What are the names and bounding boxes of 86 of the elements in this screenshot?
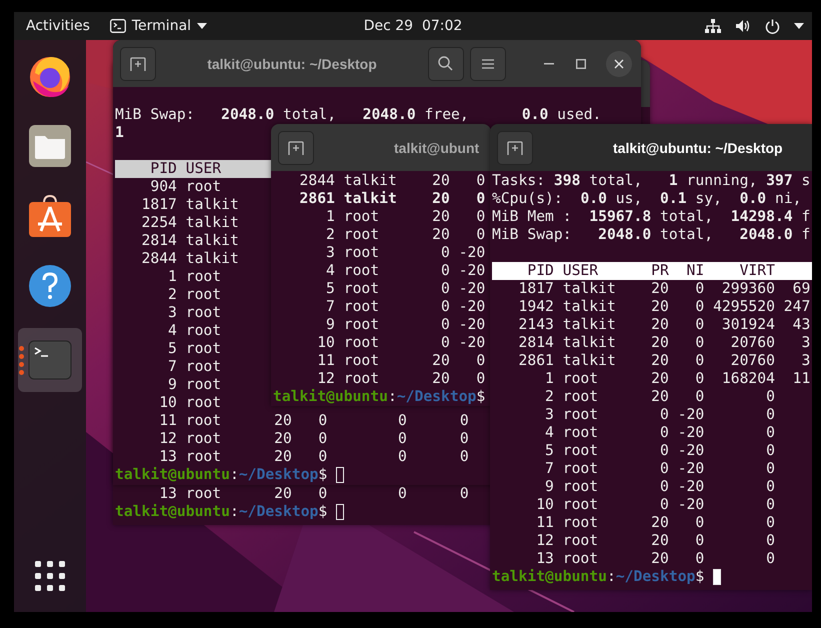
terminal-line: 2861 talkit 20 0 20760 3 [518, 352, 810, 370]
terminal-line: 2814 talkit [140, 232, 239, 250]
shell-prompt: talkit@ubuntu:~/Desktop$ [492, 568, 704, 586]
terminal-line: 11 root 20 0 0 0 [158, 412, 469, 430]
terminal-line: 2143 talkit 20 0 301924 43 [518, 316, 810, 334]
terminal-line: 9 root 0 -20 [325, 316, 486, 334]
terminal-line: 9 root [167, 376, 222, 394]
terminal-line: 13 root 20 0 0 0 [158, 485, 469, 503]
terminal-line: 1942 talkit 20 0 4295520 247 [518, 298, 810, 316]
terminal-line: 3 root 0 -20 0 [544, 406, 775, 424]
terminal-line: 13 root 20 0 0 [535, 550, 775, 568]
terminal-line: 12 root 20 0 [316, 370, 486, 388]
close-button[interactable] [606, 50, 632, 76]
terminal-line: 1 root 20 0 168204 11 [544, 370, 810, 388]
close-icon [614, 58, 624, 68]
terminal-line: 2861 talkit 20 0 [298, 190, 486, 208]
new-tab-icon [130, 56, 146, 70]
terminal-line: 7 root 0 -20 0 [544, 460, 775, 478]
window-title: talkit@ubuntu: ~/Desktop [613, 140, 783, 156]
new-tab-icon [288, 140, 304, 154]
terminal-line: 2814 talkit 20 0 20760 3 [518, 334, 810, 352]
new-tab-button[interactable] [278, 130, 314, 164]
terminal-line: 5 root 0 -20 [325, 280, 486, 298]
terminal-line: 4 root [167, 322, 222, 340]
shell-prompt: talkit@ubuntu:~/Desktop$ [115, 503, 328, 521]
terminal-line: 5 root 0 -20 0 [544, 442, 775, 460]
terminal-line: 904 root [149, 178, 222, 196]
terminal-line: MiB Mem : 15967.8 total, 14298.4 f [492, 208, 810, 226]
terminal-line: MiB Swap: 2048.0 total, 2048.0 free, 0.0 used. [115, 106, 602, 124]
shell-prompt: talkit@ubuntu:~/Desktop$ [115, 466, 328, 484]
terminal-line: 1 root [167, 268, 222, 286]
search-button[interactable] [428, 46, 464, 80]
caret-icon[interactable] [794, 23, 804, 29]
show-apps-button[interactable] [35, 561, 65, 594]
terminal-line: 2 root 20 0 [325, 226, 486, 244]
app-menu-button[interactable]: Terminal [110, 18, 208, 34]
shell-prompt: talkit@ubuntu:~/Desktop$ [273, 388, 486, 406]
clock[interactable]: Dec 29 07:02 [364, 18, 462, 34]
column-header-row: PID USER PR NI VIRT [492, 262, 812, 280]
grid-icon [35, 561, 65, 591]
terminal-line: 9 root 0 -20 0 [544, 478, 775, 496]
menu-icon [482, 58, 494, 68]
search-icon [438, 56, 454, 71]
terminal-line: 3 root 0 -20 [325, 244, 486, 262]
terminal-line: 12 root 20 0 0 [535, 532, 775, 550]
folder-icon [28, 124, 72, 168]
terminal-line: MiB Swap: 2048.0 total, 2048.0 f [492, 226, 810, 244]
terminal-line: 2 root 20 0 0 [544, 388, 775, 406]
terminal-line: 13 root 20 0 0 0 [158, 448, 469, 466]
new-tab-button[interactable] [120, 46, 156, 80]
activities-button[interactable]: Activities [26, 18, 90, 34]
volume-icon[interactable] [735, 19, 751, 33]
terminal-line: 1817 talkit 20 0 299360 69 [518, 280, 810, 298]
terminal-line: 2 root [167, 286, 222, 304]
terminal-line: 7 root 0 -20 [325, 298, 486, 316]
terminal-line: %Cpu(s): 0.0 us, 0.1 sy, 0.0 ni, [492, 190, 802, 208]
menu-button[interactable] [470, 46, 506, 80]
window-title: talkit@ubunt [394, 140, 480, 156]
help-icon [28, 264, 72, 308]
new-tab-button[interactable] [497, 130, 533, 164]
terminal-line: 2844 talkit [140, 250, 239, 268]
terminal-line: 5 root [167, 340, 222, 358]
caret-icon [197, 23, 208, 29]
terminal-line: 11 root 20 0 [316, 352, 486, 370]
terminal-line: 4 root 0 -20 0 [544, 424, 775, 442]
network-icon[interactable] [705, 19, 721, 33]
terminal-line: 7 root [167, 358, 222, 376]
window-title: talkit@ubuntu: ~/Desktop [207, 56, 377, 72]
terminal-line: 1 [115, 124, 124, 142]
terminal-line: 1 root 20 0 [325, 208, 486, 226]
maximize-icon [576, 58, 586, 68]
shopping-bag-icon [28, 193, 72, 239]
terminal-line: 1817 talkit [140, 196, 239, 214]
terminal-line: 11 root 20 0 0 [535, 514, 775, 532]
terminal-line: 10 root 0 -20 [316, 334, 486, 352]
terminal-line: 10 root 0 -20 0 [535, 496, 775, 514]
power-icon[interactable] [765, 18, 780, 34]
terminal-line: 3 root [167, 304, 222, 322]
terminal-line: 10 root [158, 394, 222, 412]
terminal-line: 12 root 20 0 0 0 [158, 430, 469, 448]
terminal-line: 4 root 0 -20 [325, 262, 486, 280]
terminal-icon [110, 19, 126, 33]
new-tab-icon [507, 140, 523, 154]
terminal-line: 2254 talkit [140, 214, 239, 232]
minimize-icon [544, 62, 554, 64]
terminal-icon [28, 340, 72, 380]
